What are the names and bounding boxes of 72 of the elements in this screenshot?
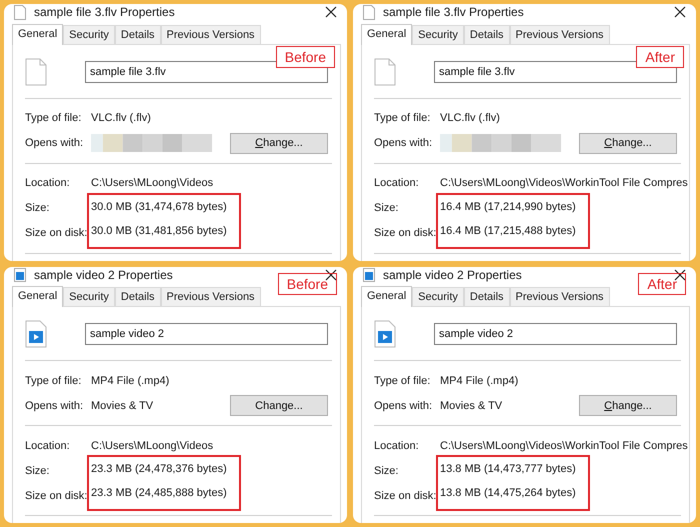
field-value: MP4 File (.mp4) <box>440 374 520 386</box>
tab[interactable]: Previous Versions <box>160 24 261 44</box>
tab[interactable]: Security <box>63 24 115 44</box>
field-label: Size on disk: <box>25 488 88 504</box>
tab[interactable]: Details <box>114 24 161 44</box>
field-label: Location: <box>25 440 71 452</box>
field-label: Size on disk: <box>25 226 88 241</box>
tab[interactable]: Security <box>63 287 115 306</box>
field-label: Type of file: <box>374 374 432 386</box>
comparison-label: Before <box>278 272 337 294</box>
field-value: 16.4 MB (17,214,990 bytes) <box>440 200 576 214</box>
change-button[interactable]: Change... <box>230 132 328 154</box>
window-title: sample file 3.flv Properties <box>383 5 525 20</box>
field-value: VLC.flv (.flv) <box>440 112 501 124</box>
change-button[interactable]: Change... <box>579 395 677 416</box>
tab[interactable]: Previous Versions <box>510 287 610 306</box>
file-name-field[interactable]: sample video 2 <box>434 323 677 345</box>
window-title: sample video 2 Properties <box>34 268 174 282</box>
tab[interactable]: Details <box>114 287 161 306</box>
field-label: Type of file: <box>25 112 82 124</box>
field-label: Size: <box>374 201 400 216</box>
field-value: 13.8 MB (14,473,777 bytes) <box>440 462 576 477</box>
field-value: 30.0 MB (31,474,678 bytes) <box>91 200 227 214</box>
field-label: Location: <box>25 177 71 189</box>
tab[interactable]: General <box>361 286 412 307</box>
field-value: 13.8 MB (14,475,264 bytes) <box>440 486 576 501</box>
change-button[interactable]: Change... <box>579 132 677 154</box>
field-label: Size: <box>25 201 50 216</box>
field-label: Opens with: <box>374 400 434 412</box>
window-title: sample video 2 Properties <box>383 268 523 282</box>
document-icon <box>374 58 396 86</box>
field-label: Size: <box>25 464 50 478</box>
field-value: C:\Users\MLoong\Videos <box>91 177 214 189</box>
field-label: Opens with: <box>374 137 434 149</box>
document-icon <box>25 58 47 86</box>
file-name-field[interactable]: sample video 2 <box>85 323 328 345</box>
tab[interactable]: Details <box>464 24 510 44</box>
change-button[interactable]: Change... <box>230 395 328 416</box>
tab[interactable]: Security <box>412 287 464 306</box>
field-label: Location: <box>374 440 420 452</box>
tab[interactable]: Security <box>412 24 464 44</box>
app-name: Movies & TV <box>91 400 154 412</box>
video-file-icon <box>25 320 47 348</box>
field-value: C:\Users\MLoong\Videos <box>91 440 214 452</box>
field-label: Type of file: <box>25 374 82 386</box>
tab[interactable]: General <box>12 24 64 44</box>
field-label: Size on disk: <box>374 488 438 504</box>
field-value: 30.0 MB (31,481,856 bytes) <box>91 224 227 238</box>
field-value: MP4 File (.mp4) <box>91 374 170 386</box>
field-value: VLC.flv (.flv) <box>91 112 152 124</box>
field-value: 23.3 MB (24,478,376 bytes) <box>91 462 227 477</box>
tab[interactable]: General <box>12 286 64 307</box>
field-label: Type of file: <box>374 112 432 124</box>
window-title: sample file 3.flv Properties <box>34 5 176 20</box>
field-label: Size on disk: <box>374 226 438 241</box>
field-label: Location: <box>374 177 420 189</box>
video-file-icon <box>374 320 396 348</box>
tab[interactable]: Details <box>464 287 510 306</box>
tab[interactable]: Previous Versions <box>160 287 261 306</box>
field-value: C:\Users\MLoong\Videos\WorkinTool File Compres <box>440 440 688 452</box>
field-label: Opens with: <box>25 137 84 149</box>
tab[interactable]: Previous Versions <box>510 24 610 44</box>
comparison-label: Before <box>276 46 335 68</box>
field-label: Opens with: <box>25 400 84 412</box>
field-value: 16.4 MB (17,215,488 bytes) <box>440 224 576 238</box>
comparison-label: After <box>636 46 684 68</box>
comparison-label: After <box>638 272 686 294</box>
field-value: C:\Users\MLoong\Videos\WorkinTool File Compres <box>440 177 688 189</box>
app-name: Movies & TV <box>440 400 504 412</box>
field-value: 23.3 MB (24,485,888 bytes) <box>91 486 227 501</box>
tab[interactable]: General <box>361 24 412 44</box>
field-label: Size: <box>374 464 400 478</box>
